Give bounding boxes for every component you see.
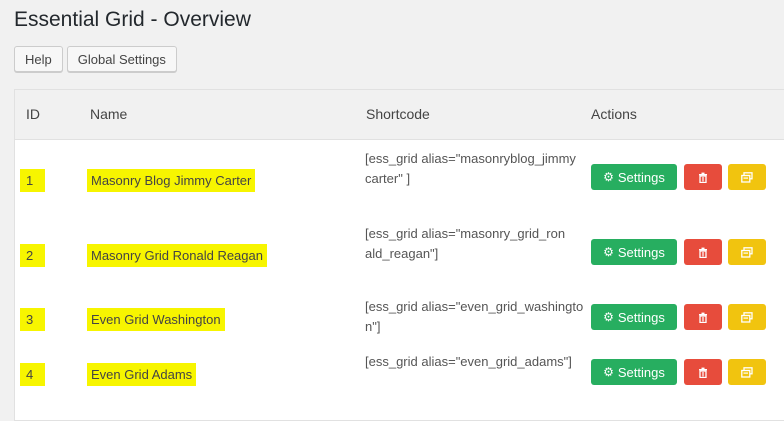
duplicate-button[interactable] — [728, 359, 766, 385]
gear-icon: ⚙ — [603, 310, 614, 324]
settings-button[interactable]: ⚙ Settings — [591, 359, 677, 385]
duplicate-icon — [741, 246, 753, 258]
help-button[interactable]: Help — [14, 46, 63, 72]
row-name[interactable]: Masonry Blog Jimmy Carter — [89, 171, 254, 190]
row-id: 2 — [22, 246, 44, 265]
row-id: 4 — [22, 365, 44, 384]
table-row: 1 Masonry Blog Jimmy Carter [ess_grid al… — [15, 149, 784, 209]
row-name[interactable]: Even Grid Washington — [89, 310, 223, 329]
table-row: 2 Masonry Grid Ronald Reagan [ess_grid a… — [15, 224, 784, 284]
delete-button[interactable] — [684, 164, 722, 190]
trash-icon — [698, 312, 708, 323]
gear-icon: ⚙ — [603, 170, 614, 184]
settings-button[interactable]: ⚙ Settings — [591, 304, 677, 330]
toolbar: Help Global Settings — [14, 46, 177, 72]
table-header: ID Name Shortcode Actions — [15, 90, 784, 140]
duplicate-icon — [741, 366, 753, 378]
settings-button[interactable]: ⚙ Settings — [591, 239, 677, 265]
table-row: 3 Even Grid Washington [ess_grid alias="… — [15, 297, 784, 342]
header-actions: Actions — [591, 106, 637, 122]
header-id: ID — [26, 106, 40, 122]
duplicate-button[interactable] — [728, 164, 766, 190]
duplicate-icon — [741, 311, 753, 323]
table-row: 4 Even Grid Adams [ess_grid alias="even_… — [15, 352, 784, 397]
row-shortcode: [ess_grid alias="masonry_grid_ronald_rea… — [365, 226, 566, 261]
trash-icon — [698, 172, 708, 183]
row-id: 1 — [22, 171, 44, 190]
header-shortcode: Shortcode — [366, 106, 430, 122]
row-shortcode: [ess_grid alias="masonryblog_jimmycarter… — [365, 151, 576, 186]
row-shortcode: [ess_grid alias="even_grid_adams"] — [365, 354, 572, 369]
row-name[interactable]: Masonry Grid Ronald Reagan — [89, 246, 265, 265]
settings-label: Settings — [617, 309, 665, 325]
settings-label: Settings — [617, 364, 665, 380]
settings-label: Settings — [617, 244, 665, 260]
header-name: Name — [90, 106, 128, 122]
gear-icon: ⚙ — [603, 245, 614, 259]
gear-icon: ⚙ — [603, 365, 614, 379]
trash-icon — [698, 247, 708, 258]
settings-label: Settings — [617, 169, 665, 185]
row-shortcode: [ess_grid alias="even_grid_washington"] — [365, 299, 584, 334]
settings-button[interactable]: ⚙ Settings — [591, 164, 677, 190]
row-id: 3 — [22, 310, 44, 329]
trash-icon — [698, 367, 708, 378]
delete-button[interactable] — [684, 304, 722, 330]
duplicate-icon — [741, 171, 753, 183]
grids-table: ID Name Shortcode Actions 1 Masonry Blog… — [14, 89, 784, 421]
page-title: Essential Grid - Overview — [14, 8, 251, 31]
delete-button[interactable] — [684, 359, 722, 385]
delete-button[interactable] — [684, 239, 722, 265]
global-settings-button[interactable]: Global Settings — [66, 46, 177, 72]
duplicate-button[interactable] — [728, 239, 766, 265]
row-name[interactable]: Even Grid Adams — [89, 365, 195, 384]
duplicate-button[interactable] — [728, 304, 766, 330]
